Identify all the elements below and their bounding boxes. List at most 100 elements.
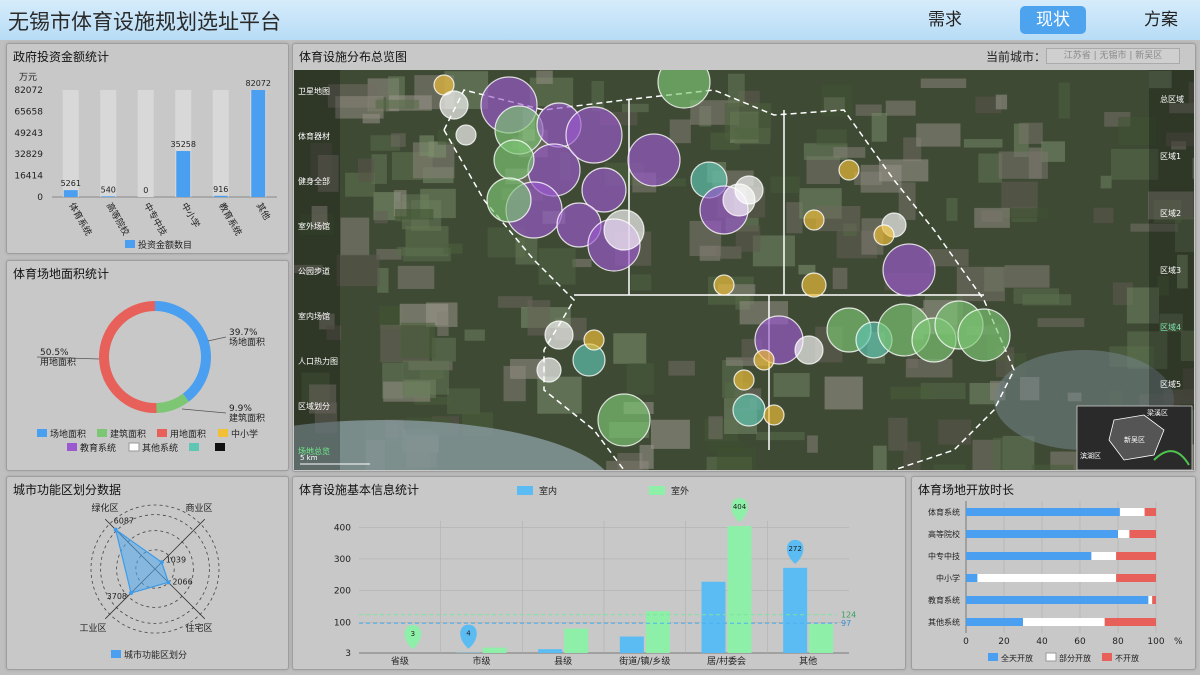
value-pin-label: 4 — [466, 630, 471, 638]
facility-marker — [753, 349, 775, 371]
map-region-menu-item: 总区域 — [1160, 94, 1184, 104]
bar — [701, 581, 726, 653]
tab-plan[interactable]: 方案 — [1128, 6, 1194, 34]
bar-segment — [1148, 596, 1153, 604]
map-region-menu-item: 区域5 — [1160, 379, 1181, 389]
terrain-patch — [390, 133, 406, 147]
terrain-patch — [375, 99, 420, 109]
facility-marker — [583, 329, 605, 351]
radar-axis-label: 住宅区 — [185, 622, 212, 634]
radar-point — [159, 560, 164, 565]
terrain-patch — [437, 311, 449, 336]
y-tick-label: 200 — [334, 587, 351, 597]
terrain-patch — [773, 373, 810, 397]
bar-segment — [1023, 618, 1105, 626]
legend-swatch — [1102, 653, 1112, 661]
bar — [213, 195, 228, 197]
x-tick-label: 其他 — [254, 201, 273, 223]
zones-radar-chart: 绿化区 商业区住宅区 工业区 6087 1039 2066 3708 城市功能区划分 — [79, 502, 220, 661]
bar-segment — [1129, 530, 1156, 538]
y-tick-label: 49243 — [14, 129, 43, 139]
terrain-patch — [871, 112, 887, 142]
map-layer-menu-item: 室外场馆 — [298, 221, 330, 231]
bar-segment — [966, 618, 1023, 626]
legend-swatch — [215, 443, 225, 451]
terrain-patch — [807, 435, 818, 453]
radar-value-label: 2066 — [172, 577, 192, 586]
facility-marker — [455, 124, 477, 146]
legend-label: 投资金额数目 — [138, 239, 192, 251]
y-tick-label: 16414 — [14, 172, 43, 182]
bar-background — [100, 90, 117, 197]
terrain-patch — [946, 197, 958, 221]
legend-label: 全天开放 — [1001, 653, 1033, 663]
city-selector[interactable]: 江苏省 | 无锡市 | 新吴区 — [1046, 48, 1180, 64]
facility-map[interactable]: 卫星地图 体育器材 健身全部 室外场馆 公园步道 室内场馆 人口热力图 区域划分 场地总览 总区域… — [294, 70, 1194, 470]
x-tick-label: 街道/镇/乡级 — [619, 655, 670, 667]
facility-marker — [732, 393, 766, 427]
bar — [727, 526, 752, 653]
terrain-patch — [873, 445, 887, 470]
bar — [645, 611, 670, 653]
radar-axis-label: 工业区 — [79, 623, 106, 634]
terrain-patch — [403, 379, 436, 398]
slice-name-label: 用地面积 — [40, 356, 76, 368]
facility-marker — [801, 272, 827, 298]
mark-line-label: 97 — [841, 619, 851, 628]
leader-line — [207, 336, 227, 342]
header-bar: 无锡市体育设施规划选址平台 需求 现状 方案 — [0, 0, 1200, 40]
y-tick-label: 65658 — [14, 107, 43, 117]
radar-point — [166, 580, 171, 585]
terrain-patch — [498, 296, 533, 308]
terrain-patch — [832, 267, 848, 290]
bar-segment — [966, 552, 1092, 560]
bar-segment — [1116, 574, 1156, 582]
y-tick-label: 中小学 — [936, 573, 960, 583]
bar-segment — [1091, 552, 1117, 560]
terrain-patch — [1018, 122, 1043, 144]
map-layer-menu-item: 体育器材 — [298, 131, 330, 141]
map-layer-menu-item: 室内场馆 — [298, 311, 330, 321]
bar-background — [212, 90, 229, 197]
facility-marker — [794, 335, 824, 365]
terrain-patch — [707, 441, 745, 452]
legend-swatch — [37, 429, 47, 437]
facility-marker — [838, 159, 860, 181]
terrain-patch — [1002, 435, 1035, 470]
map-canvas[interactable]: 卫星地图体育器材健身全部室外场馆公园步道室内场馆人口热力图区域划分场地总览总区域… — [294, 70, 1194, 470]
legend-label: 建筑面积 — [110, 428, 146, 440]
terrain-patch — [400, 322, 436, 359]
facility-marker — [873, 224, 895, 246]
bar-segment — [977, 574, 1117, 582]
data-label: 82072 — [246, 79, 271, 88]
terrain-patch — [396, 246, 408, 256]
legend-swatch — [988, 653, 998, 661]
inset-label: 新吴区 — [1124, 435, 1145, 444]
terrain-patch — [538, 248, 576, 285]
facility-marker — [439, 90, 469, 120]
terrain-patch — [358, 158, 375, 183]
terrain-patch — [735, 225, 761, 252]
map-region-menu-item: 区域4 — [1160, 322, 1181, 332]
value-pin-label: 404 — [733, 503, 747, 511]
x-tick-label: 中小学 — [179, 201, 203, 230]
terrain-patch — [639, 444, 654, 469]
bar-background — [137, 90, 154, 197]
terrain-patch — [992, 437, 1007, 470]
terrain-patch — [938, 419, 972, 445]
facility-marker — [803, 209, 825, 231]
facility-marker — [493, 139, 535, 181]
legend-label: 教育系统 — [80, 442, 116, 454]
x-tick-label: 高等院校 — [104, 201, 132, 238]
y-tick-label: 教育系统 — [928, 595, 960, 605]
terrain-patch — [464, 329, 485, 341]
slice-percent-label: 50.5% — [40, 348, 69, 358]
area-donut-chart: 39.7%场地面积9.9%建筑面积50.5%用地面积场地面积 建筑面积 用地面积 中小… — [36, 301, 265, 454]
x-tick-label: 60 — [1074, 637, 1086, 647]
tab-current[interactable]: 现状 — [1020, 6, 1086, 34]
area-panel: 体育场地面积统计 39.7% 场地面积 9.9% 建筑面积 50.5% 用地面积 场地面积建… — [6, 260, 289, 471]
terrain-patch — [630, 274, 652, 291]
terrain-patch — [824, 376, 863, 410]
tab-demand[interactable]: 需求 — [912, 6, 978, 34]
bar-segment — [1104, 618, 1156, 626]
